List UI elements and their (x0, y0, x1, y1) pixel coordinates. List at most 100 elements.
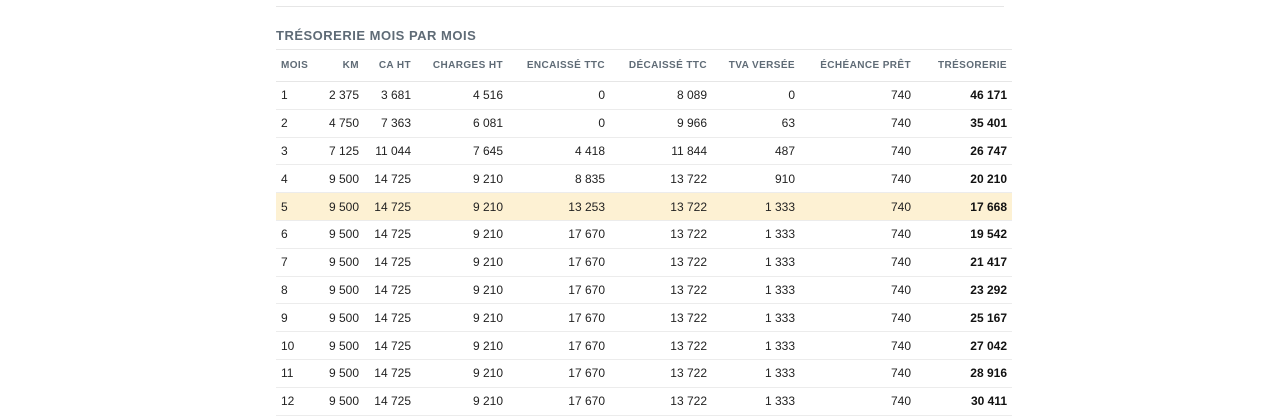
cell-ca-ht: 14 725 (364, 220, 416, 249)
cell-mois: 1 (276, 81, 320, 110)
table-row: 59 500 14 725 9 210 13 253 13 722 1 333 740 17 … (276, 192, 1012, 221)
table-row: 99 500 14 725 9 210 17 670 13 722 1 333 740 25 … (276, 303, 1012, 333)
cell-mois: 12 (276, 387, 320, 416)
cell-encaisse-ttc: 17 670 (508, 331, 610, 360)
treasury-table: MOIS KM CA HT CHARGES HT ENCAISSÉ TTC DÉ… (276, 49, 1012, 416)
cell-mois: 11 (276, 359, 320, 388)
cell-km: 9 500 (320, 359, 364, 388)
cell-km: 9 500 (320, 248, 364, 277)
cell-decaisse-ttc: 13 722 (610, 387, 712, 416)
cell-echeance-pret: 740 (800, 387, 916, 416)
cell-decaisse-ttc: 13 722 (610, 303, 712, 333)
table-row: 12 9 500 14 725 9 210 17 670 13 722 1 333 740 30… (276, 387, 1012, 416)
cell-tresorerie: 28 916 (916, 359, 1012, 388)
cell-tva-versee: 910 (712, 164, 800, 194)
table-header-row: MOIS KM CA HT CHARGES HT ENCAISSÉ TTC DÉ… (276, 49, 1012, 82)
cell-km: 9 500 (320, 276, 364, 305)
table-row: 69 500 14 725 9 210 17 670 13 722 1 333 740 19 … (276, 220, 1012, 249)
cell-charges-ht: 9 210 (416, 276, 508, 305)
cell-decaisse-ttc: 13 722 (610, 248, 712, 277)
section-title: TRÉSORERIE MOIS PAR MOIS (276, 28, 477, 43)
cell-mois: 8 (276, 276, 320, 305)
column-header-km[interactable]: KM (320, 49, 364, 82)
cell-mois: 4 (276, 164, 320, 194)
cell-decaisse-ttc: 9 966 (610, 109, 712, 138)
column-header-ca-ht[interactable]: CA HT (364, 49, 416, 82)
cell-mois: 9 (276, 303, 320, 333)
cell-charges-ht: 9 210 (416, 303, 508, 333)
cell-mois: 5 (276, 192, 320, 221)
cell-tresorerie: 30 411 (916, 387, 1012, 416)
top-divider (276, 6, 1004, 7)
cell-mois: 10 (276, 331, 320, 360)
cell-decaisse-ttc: 13 722 (610, 164, 712, 194)
cell-encaisse-ttc: 17 670 (508, 248, 610, 277)
cell-encaisse-ttc: 17 670 (508, 220, 610, 249)
cell-encaisse-ttc: 13 253 (508, 192, 610, 221)
cell-ca-ht: 7 363 (364, 109, 416, 138)
table-row: 10 9 500 14 725 9 210 17 670 13 722 1 333 740 27… (276, 331, 1012, 360)
cell-decaisse-ttc: 13 722 (610, 276, 712, 305)
cell-tva-versee: 1 333 (712, 387, 800, 416)
cell-encaisse-ttc: 0 (508, 81, 610, 110)
cell-km: 9 500 (320, 303, 364, 333)
column-header-tresorerie[interactable]: TRÉSORERIE (916, 49, 1012, 82)
table-row: 89 500 14 725 9 210 17 670 13 722 1 333 740 23 … (276, 276, 1012, 305)
cell-tresorerie: 46 171 (916, 81, 1012, 110)
cell-km: 7 125 (320, 137, 364, 166)
cell-tresorerie: 26 747 (916, 137, 1012, 166)
cell-charges-ht: 9 210 (416, 164, 508, 194)
cell-charges-ht: 9 210 (416, 192, 508, 221)
cell-tva-versee: 1 333 (712, 359, 800, 388)
cell-tresorerie: 21 417 (916, 248, 1012, 277)
cell-tva-versee: 1 333 (712, 303, 800, 333)
cell-charges-ht: 9 210 (416, 359, 508, 388)
cell-encaisse-ttc: 0 (508, 109, 610, 138)
cell-charges-ht: 9 210 (416, 331, 508, 360)
cell-tresorerie: 35 401 (916, 109, 1012, 138)
cell-ca-ht: 14 725 (364, 331, 416, 360)
cell-km: 4 750 (320, 109, 364, 138)
cell-km: 9 500 (320, 387, 364, 416)
table-row: 12 375 3 681 4 516 0 8 089 0 740 46 171 (276, 81, 1012, 110)
column-header-echeance-pret[interactable]: ÉCHÉANCE PRÊT (800, 49, 916, 82)
cell-encaisse-ttc: 4 418 (508, 137, 610, 166)
cell-echeance-pret: 740 (800, 137, 916, 166)
cell-tva-versee: 487 (712, 137, 800, 166)
cell-decaisse-ttc: 13 722 (610, 331, 712, 360)
cell-charges-ht: 7 645 (416, 137, 508, 166)
cell-echeance-pret: 740 (800, 276, 916, 305)
cell-echeance-pret: 740 (800, 359, 916, 388)
cell-echeance-pret: 740 (800, 81, 916, 110)
cell-tresorerie: 25 167 (916, 303, 1012, 333)
cell-tresorerie: 17 668 (916, 192, 1012, 221)
cell-ca-ht: 14 725 (364, 359, 416, 388)
cell-ca-ht: 14 725 (364, 248, 416, 277)
cell-tresorerie: 27 042 (916, 331, 1012, 360)
cell-tresorerie: 19 542 (916, 220, 1012, 249)
column-header-charges-ht[interactable]: CHARGES HT (416, 49, 508, 82)
cell-echeance-pret: 740 (800, 303, 916, 333)
table-row: 49 500 14 725 9 210 8 835 13 722 910 740 20 210 (276, 164, 1012, 194)
table-row: 79 500 14 725 9 210 17 670 13 722 1 333 740 21 … (276, 248, 1012, 277)
cell-encaisse-ttc: 17 670 (508, 303, 610, 333)
cell-mois: 7 (276, 248, 320, 277)
table-row: 37 125 11 044 7 645 4 418 11 844 487 740 26 747 (276, 137, 1012, 166)
cell-tva-versee: 1 333 (712, 331, 800, 360)
cell-km: 9 500 (320, 220, 364, 249)
cell-ca-ht: 11 044 (364, 137, 416, 166)
cell-mois: 2 (276, 109, 320, 138)
column-header-tva-versee[interactable]: TVA VERSÉE (712, 49, 800, 82)
cell-ca-ht: 14 725 (364, 387, 416, 416)
cell-echeance-pret: 740 (800, 248, 916, 277)
table-body: 12 375 3 681 4 516 0 8 089 0 740 46 171 2 4 750 7 … (276, 81, 1012, 416)
cell-mois: 3 (276, 137, 320, 166)
cell-charges-ht: 9 210 (416, 248, 508, 277)
cell-km: 9 500 (320, 331, 364, 360)
cell-charges-ht: 9 210 (416, 220, 508, 249)
cell-tva-versee: 1 333 (712, 248, 800, 277)
column-header-mois[interactable]: MOIS (276, 49, 320, 82)
column-header-decaisse-ttc[interactable]: DÉCAISSÉ TTC (610, 49, 712, 82)
cell-encaisse-ttc: 17 670 (508, 359, 610, 388)
column-header-encaisse-ttc[interactable]: ENCAISSÉ TTC (508, 49, 610, 82)
